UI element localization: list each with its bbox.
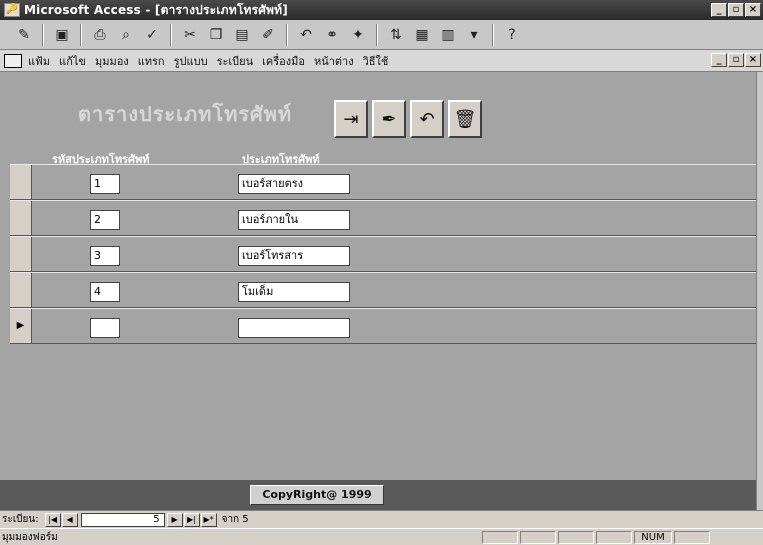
first-record-button[interactable]: |◀ bbox=[44, 512, 61, 527]
phone-type-code-field[interactable]: 4 bbox=[90, 282, 120, 302]
form-footer: CopyRight@ 1999 bbox=[0, 480, 756, 510]
access-app-icon[interactable]: 🔑 bbox=[4, 3, 20, 17]
pen-icon: ✒ bbox=[381, 108, 397, 130]
help-icon[interactable]: ? bbox=[500, 24, 524, 46]
database-window-icon[interactable]: ▥ bbox=[436, 24, 460, 46]
new-record-row: ▶ bbox=[10, 308, 756, 344]
current-record-selector[interactable]: ▶ bbox=[10, 309, 32, 343]
exit-form-button[interactable]: ⇥ bbox=[334, 100, 368, 138]
edit-record-button[interactable]: ✒ bbox=[372, 100, 406, 138]
trash-icon: 🗑 bbox=[453, 108, 477, 130]
exit-door-icon: ⇥ bbox=[343, 108, 359, 130]
vertical-scrollbar[interactable] bbox=[756, 72, 763, 510]
current-record-field[interactable]: 5 bbox=[80, 512, 165, 527]
current-record-arrow-icon: ▶ bbox=[16, 320, 25, 331]
phone-type-name-field[interactable]: เบอร์สายตรง bbox=[238, 174, 350, 194]
toolbar-separator bbox=[170, 23, 172, 46]
window-controls: _ ▫ × bbox=[711, 3, 761, 17]
last-record-button[interactable]: ▶| bbox=[183, 512, 200, 527]
view-icon[interactable]: ✎ bbox=[12, 24, 36, 46]
insert-hyperlink-icon[interactable]: ⚭ bbox=[320, 24, 344, 46]
phone-type-code-field[interactable]: 2 bbox=[90, 210, 120, 230]
print-icon[interactable]: ⎙ bbox=[88, 24, 112, 46]
menu-bar: แฟ้ม แก้ไข มุมมอง แทรก รูปแบบ ระเบียน เค… bbox=[0, 50, 763, 72]
minimize-button[interactable]: _ bbox=[711, 3, 727, 17]
record-row: 1 เบอร์สายตรง bbox=[10, 164, 756, 200]
record-row: 3 เบอร์โทรสาร bbox=[10, 236, 756, 272]
menu-file[interactable]: แฟ้ม bbox=[28, 52, 50, 70]
cut-icon[interactable]: ✂ bbox=[178, 24, 202, 46]
previous-record-button[interactable]: ◀ bbox=[61, 512, 78, 527]
phone-type-code-field[interactable] bbox=[90, 318, 120, 338]
record-list: 1 เบอร์สายตรง 2 เบอร์ภายใน 3 เบอร์โทรสาร… bbox=[10, 164, 756, 344]
standard-toolbar: ✎ ▣ ⎙ ⌕ ✓ ✂ ❐ ▤ ✐ ↶ ⚭ ✦ ⇅ ▦ ▥ ▾ ? bbox=[0, 20, 763, 50]
phone-type-form: ตารางประเภทโทรศัพท์ ⇥ ✒ ↶ 🗑 รหัสประเภทโท… bbox=[0, 72, 756, 510]
phone-type-name-field[interactable]: โมเด็ม bbox=[238, 282, 350, 302]
record-row: 4 โมเด็ม bbox=[10, 272, 756, 308]
menu-tools[interactable]: เครื่องมือ bbox=[262, 52, 305, 70]
toolbar-separator bbox=[376, 23, 378, 46]
filter-icon[interactable]: ▦ bbox=[410, 24, 434, 46]
menu-insert[interactable]: แทรก bbox=[138, 52, 165, 70]
status-text: มุมมองฟอร์ม bbox=[2, 531, 58, 543]
status-panel bbox=[596, 530, 632, 544]
paste-icon[interactable]: ▤ bbox=[230, 24, 254, 46]
menu-records[interactable]: ระเบียน bbox=[217, 52, 254, 70]
next-record-button[interactable]: ▶ bbox=[166, 512, 183, 527]
form-title: ตารางประเภทโทรศัพท์ bbox=[78, 102, 293, 126]
new-object-icon[interactable]: ▾ bbox=[462, 24, 486, 46]
save-icon[interactable]: ▣ bbox=[50, 24, 74, 46]
undo-icon[interactable]: ↶ bbox=[294, 24, 318, 46]
menu-view[interactable]: มุมมอง bbox=[95, 52, 129, 70]
print-preview-icon[interactable]: ⌕ bbox=[114, 24, 138, 46]
undo-record-button[interactable]: ↶ bbox=[410, 100, 444, 138]
doc-close-button[interactable]: × bbox=[745, 53, 761, 67]
doc-restore-button[interactable]: ▫ bbox=[728, 53, 744, 67]
form-document-icon[interactable] bbox=[4, 53, 22, 68]
phone-type-name-field[interactable]: เบอร์โทรสาร bbox=[238, 246, 350, 266]
copy-icon[interactable]: ❐ bbox=[204, 24, 228, 46]
status-bar: มุมมองฟอร์ม NUM bbox=[0, 528, 763, 545]
sort-icon[interactable]: ⇅ bbox=[384, 24, 408, 46]
undo-arrow-icon: ↶ bbox=[419, 108, 435, 130]
delete-record-button[interactable]: 🗑 bbox=[448, 100, 482, 138]
new-record-button[interactable]: ▶* bbox=[200, 512, 217, 527]
copyright-label: CopyRight@ 1999 bbox=[250, 485, 384, 505]
close-button[interactable]: × bbox=[745, 3, 761, 17]
record-selector[interactable] bbox=[10, 237, 32, 271]
record-count: จาก 5 bbox=[221, 514, 249, 525]
num-lock-indicator: NUM bbox=[634, 530, 672, 544]
menu-help[interactable]: วิธีใช้ bbox=[363, 52, 389, 70]
doc-minimize-button[interactable]: _ bbox=[711, 53, 727, 67]
phone-type-name-field[interactable]: เบอร์ภายใน bbox=[238, 210, 350, 230]
status-panel bbox=[482, 530, 518, 544]
phone-type-code-field[interactable]: 3 bbox=[90, 246, 120, 266]
menu-edit[interactable]: แก้ไข bbox=[59, 52, 86, 70]
toolbar-separator bbox=[80, 23, 82, 46]
toolbar-separator bbox=[286, 23, 288, 46]
toolbar-separator bbox=[492, 23, 494, 46]
record-navigation-bar: ระเบียน: |◀ ◀ 5 ▶ ▶| ▶* จาก 5 bbox=[0, 510, 763, 528]
record-label: ระเบียน: bbox=[2, 514, 39, 525]
record-row: 2 เบอร์ภายใน bbox=[10, 200, 756, 236]
document-window-controls: _ ▫ × bbox=[711, 53, 761, 67]
toolbar-separator bbox=[42, 23, 44, 46]
window-title: Microsoft Access - [ตารางประเภทโทรศัพท์] bbox=[24, 2, 288, 17]
phone-type-code-field[interactable]: 1 bbox=[90, 174, 120, 194]
record-selector[interactable] bbox=[10, 165, 32, 199]
status-panel bbox=[558, 530, 594, 544]
record-selector[interactable] bbox=[10, 201, 32, 235]
format-painter-icon[interactable]: ✐ bbox=[256, 24, 280, 46]
spell-check-icon[interactable]: ✓ bbox=[140, 24, 164, 46]
title-bar: 🔑 Microsoft Access - [ตารางประเภทโทรศัพท… bbox=[0, 0, 763, 20]
status-panel bbox=[520, 530, 556, 544]
form-header: ตารางประเภทโทรศัพท์ ⇥ ✒ ↶ 🗑 bbox=[10, 90, 550, 140]
menu-format[interactable]: รูปแบบ bbox=[174, 52, 208, 70]
status-panel bbox=[674, 530, 710, 544]
menu-window[interactable]: หน้าต่าง bbox=[314, 52, 354, 70]
maximize-button[interactable]: ▫ bbox=[728, 3, 744, 17]
record-selector[interactable] bbox=[10, 273, 32, 307]
web-icon[interactable]: ✦ bbox=[346, 24, 370, 46]
phone-type-name-field[interactable] bbox=[238, 318, 350, 338]
